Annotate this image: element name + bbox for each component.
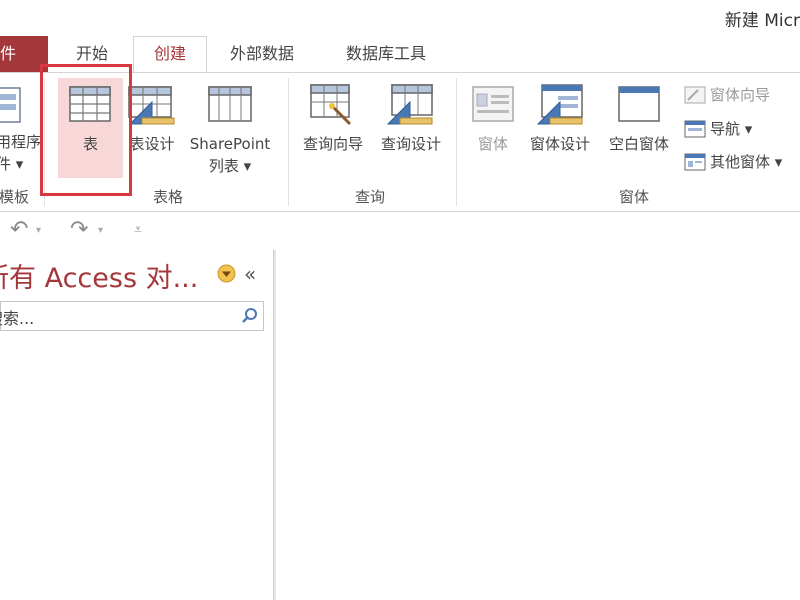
- group-label-templates: 模板: [0, 188, 29, 206]
- highlight-annotation: [40, 64, 132, 196]
- sharepoint-lists-button[interactable]: SharePoint 列表 ▾: [182, 78, 278, 182]
- blank-form-label: 空白窗体: [608, 135, 669, 153]
- redo-dropdown[interactable]: ▾: [98, 225, 103, 236]
- tab-database-tools[interactable]: 数据库工具: [330, 36, 442, 72]
- customize-qat-button[interactable]: ⩡: [134, 222, 142, 238]
- chevron-down-circle-icon: [217, 264, 236, 283]
- table-design-button[interactable]: 表设计: [124, 78, 180, 178]
- nav-search-input[interactable]: 搜索...: [0, 301, 264, 331]
- more-forms-label: 其他窗体 ▾: [710, 153, 783, 171]
- nav-search-placeholder: 搜索...: [0, 309, 35, 328]
- form-design-label: 窗体设计: [529, 135, 590, 153]
- navigation-icon: [684, 120, 706, 138]
- sharepoint-lists-label-1: SharePoint: [189, 135, 271, 153]
- redo-button[interactable]: ↷: [70, 217, 88, 242]
- nav-pane-menu-button[interactable]: [217, 264, 236, 283]
- query-design-button[interactable]: 查询设计: [372, 78, 450, 178]
- search-icon[interactable]: [241, 307, 259, 325]
- blank-form-button[interactable]: 空白窗体: [600, 78, 678, 178]
- application-parts-icon: [0, 87, 21, 123]
- application-parts-label-2: 件 ▾: [0, 155, 24, 173]
- group-label-queries: 查询: [354, 188, 385, 206]
- tab-external-data[interactable]: 外部数据: [216, 36, 308, 72]
- quick-access-toolbar: [0, 212, 800, 250]
- undo-button[interactable]: ↶: [10, 217, 28, 242]
- form-design-icon: [536, 84, 583, 125]
- window-title: 新建 Micr: [724, 11, 800, 31]
- nav-pane-collapse-button[interactable]: «: [244, 262, 256, 286]
- group-separator: [288, 78, 289, 206]
- query-wizard-icon: [310, 84, 352, 126]
- query-design-label: 查询设计: [380, 135, 441, 153]
- query-design-icon: [386, 84, 433, 125]
- sharepoint-lists-icon: [208, 86, 252, 122]
- nav-pane-header[interactable]: 所有 Access 对...: [0, 256, 216, 295]
- form-button-label: 窗体: [477, 135, 508, 153]
- group-label-tables: 表格: [152, 188, 183, 206]
- query-wizard-label: 查询向导: [302, 135, 363, 153]
- group-label-forms: 窗体: [618, 188, 649, 206]
- title-bar: [0, 0, 800, 36]
- form-icon: [472, 86, 514, 122]
- sharepoint-lists-label-2: 列表 ▾: [208, 157, 252, 175]
- form-design-button[interactable]: 窗体设计: [522, 78, 598, 178]
- redo-icon: ↷: [70, 217, 89, 242]
- workspace-area: [276, 250, 800, 600]
- form-wizard-label: 窗体向导: [710, 86, 771, 104]
- tab-create[interactable]: 创建: [133, 36, 207, 73]
- query-wizard-button[interactable]: 查询向导: [294, 78, 372, 178]
- application-parts-button[interactable]: 用程序 件 ▾: [0, 82, 44, 178]
- undo-dropdown[interactable]: ▾: [36, 225, 41, 236]
- more-forms-icon: [684, 153, 706, 171]
- undo-icon: ↶: [10, 217, 29, 242]
- nav-pane-title: 所有 Access 对...: [0, 263, 199, 294]
- group-separator: [456, 78, 457, 206]
- blank-form-icon: [618, 86, 660, 122]
- table-design-icon: [128, 86, 175, 125]
- tab-file-label: 文件: [0, 44, 17, 63]
- application-parts-label-1: 用程序: [0, 133, 42, 151]
- table-design-label: 表设计: [129, 135, 175, 153]
- form-wizard-icon: [684, 86, 706, 104]
- form-button[interactable]: 窗体: [464, 78, 522, 178]
- navigation-label: 导航 ▾: [710, 120, 753, 138]
